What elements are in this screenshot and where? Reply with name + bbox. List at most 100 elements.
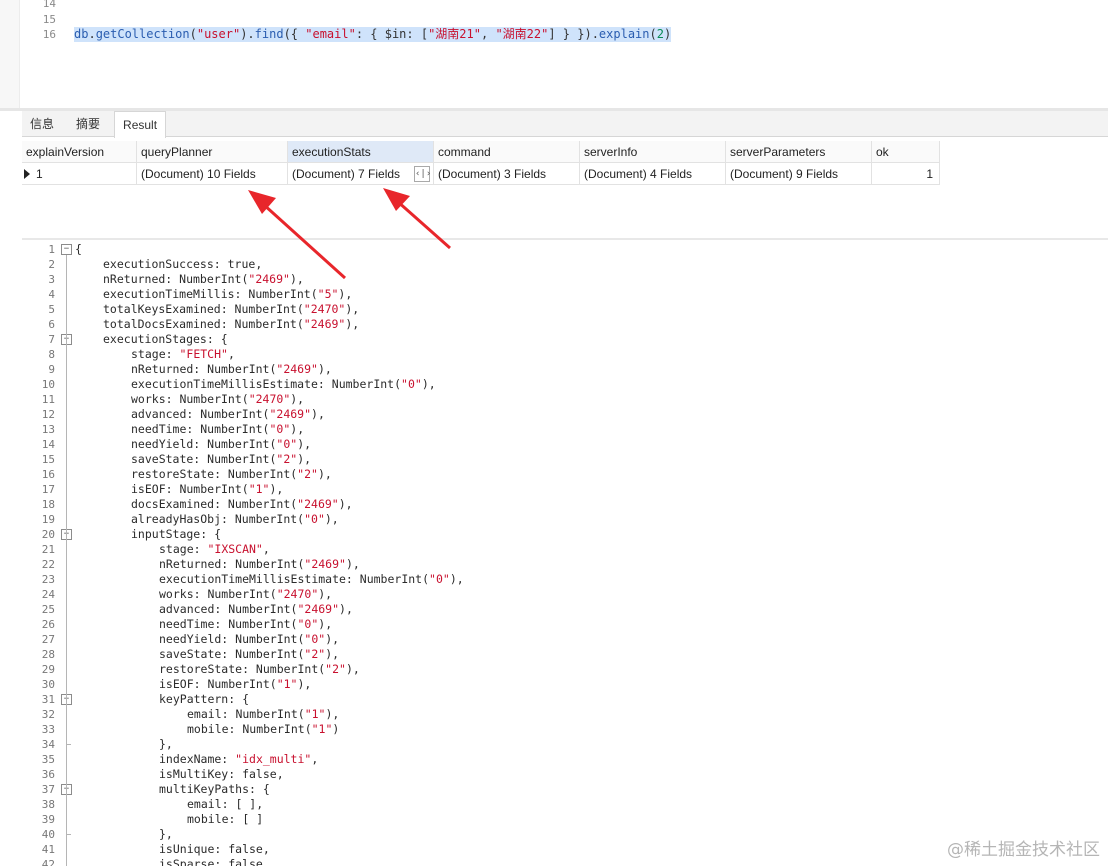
- column-header-executionStats[interactable]: executionStats: [288, 141, 434, 163]
- code-line: 2 executionSuccess: true,: [22, 257, 1108, 272]
- line-number: 21: [41, 543, 55, 556]
- code-token: totalKeysExamined: NumberInt(: [103, 302, 304, 316]
- line-number: 27: [41, 633, 55, 646]
- code-line: 7−executionStages: {: [22, 332, 1108, 347]
- column-header-serverParameters[interactable]: serverParameters: [726, 141, 872, 163]
- code-text: needTime: NumberInt("0"),: [131, 422, 304, 437]
- code-line: 12 advanced: NumberInt("2469"),: [22, 407, 1108, 422]
- code-line: 38 email: [ ],: [22, 797, 1108, 812]
- line-number: 39: [41, 813, 55, 826]
- line-number: 15: [42, 13, 56, 26]
- line-number: 41: [41, 843, 55, 856]
- column-header-ok[interactable]: ok: [872, 141, 940, 163]
- string-literal: "1": [276, 677, 298, 691]
- watermark: @稀土掘金技术社区: [947, 840, 1100, 860]
- code-text: stage: "FETCH",: [131, 347, 235, 362]
- code-token: ).: [240, 27, 255, 41]
- code-line: 34},: [22, 737, 1108, 752]
- grid-cell-ok[interactable]: 1: [872, 163, 940, 185]
- code-text: works: NumberInt("2470"),: [131, 392, 304, 407]
- code-line: 9 nReturned: NumberInt("2469"),: [22, 362, 1108, 377]
- string-literal: "2469": [304, 557, 346, 571]
- line-number: 32: [41, 708, 55, 721]
- string-literal: "0": [304, 512, 325, 526]
- line-number: 30: [41, 678, 55, 691]
- column-header-queryPlanner[interactable]: queryPlanner: [137, 141, 288, 163]
- string-literal: "1": [248, 482, 270, 496]
- expand-cell-button[interactable]: ‹|›: [414, 166, 431, 182]
- grid-cell-explainVersion[interactable]: 1: [22, 163, 137, 185]
- string-literal: "2469": [303, 317, 346, 331]
- code-text: works: NumberInt("2470"),: [159, 587, 332, 602]
- code-text: },: [159, 737, 173, 752]
- line-number: 17: [41, 483, 55, 496]
- code-token: nReturned: NumberInt(: [103, 272, 249, 286]
- code-text: keyPattern: {: [159, 692, 249, 707]
- line-number: 23: [41, 573, 55, 586]
- current-row-indicator-icon: [24, 169, 30, 179]
- code-line: 17 isEOF: NumberInt("1"),: [22, 482, 1108, 497]
- query-editor[interactable]: 14 15 16 db.getCollection("user").find({ "e…: [0, 0, 1108, 108]
- tab-info[interactable]: 信息: [22, 111, 62, 137]
- code-token: "湖南22": [495, 27, 549, 41]
- grid-cell-serverParameters[interactable]: (Document) 9 Fields: [726, 163, 872, 185]
- code-text: mobile: NumberInt("1"): [187, 722, 339, 737]
- column-header-explainVersion[interactable]: explainVersion: [22, 141, 137, 163]
- string-literal: "2469": [297, 602, 340, 616]
- query-text[interactable]: db.getCollection("user").find({ "email":…: [74, 27, 672, 42]
- code-line: 14 needYield: NumberInt("0"),: [22, 437, 1108, 452]
- line-number: 24: [41, 588, 55, 601]
- fold-toggle-icon[interactable]: −: [61, 244, 72, 255]
- code-token: ),: [345, 662, 360, 676]
- line-number: 7: [48, 333, 55, 346]
- code-line: 11 works: NumberInt("2470"),: [22, 392, 1108, 407]
- code-text: saveState: NumberInt("2"),: [131, 452, 311, 467]
- grid-cell-queryPlanner[interactable]: (Document) 10 Fields: [137, 163, 288, 185]
- grid-cell-executionStats[interactable]: (Document) 7 Fields: [288, 163, 434, 185]
- code-token: mobile: NumberInt(: [187, 722, 312, 736]
- code-text: advanced: NumberInt("2469"),: [131, 407, 325, 422]
- json-viewer[interactable]: 1−{2 executionSuccess: true, 3 nReturned: N…: [22, 241, 1108, 866]
- code-line: 21 stage: "IXSCAN",: [22, 542, 1108, 557]
- code-text: indexName: "idx_multi",: [159, 752, 318, 767]
- column-header-command[interactable]: command: [434, 141, 580, 163]
- code-token: (: [189, 27, 197, 41]
- line-number: 10: [41, 378, 55, 391]
- code-token: totalDocsExamined: NumberInt(: [103, 317, 304, 331]
- code-token: ),: [311, 407, 325, 421]
- string-literal: "2469": [276, 362, 318, 376]
- column-header-serverInfo[interactable]: serverInfo: [580, 141, 726, 163]
- code-text: stage: "IXSCAN",: [159, 542, 270, 557]
- code-token: needYield: NumberInt(: [131, 437, 277, 451]
- code-token: email: NumberInt(: [187, 707, 305, 721]
- code-text: needYield: NumberInt("0"),: [159, 632, 339, 647]
- string-literal: "idx_multi": [235, 752, 312, 766]
- code-line: 33 mobile: NumberInt("1"): [22, 722, 1108, 737]
- code-line: 31−keyPattern: {: [22, 692, 1108, 707]
- code-line: 42 isSparse: false,: [22, 857, 1108, 866]
- code-token: ),: [338, 497, 353, 511]
- code-line: 16 restoreState: NumberInt("2"),: [22, 467, 1108, 482]
- code-text: executionTimeMillisEstimate: NumberInt("…: [131, 377, 436, 392]
- line-number: 16: [41, 468, 55, 481]
- code-token: getCollection: [95, 27, 190, 41]
- code-token: ),: [318, 617, 333, 631]
- code-token: isUnique: false,: [159, 842, 270, 856]
- code-line: 13 needTime: NumberInt("0"),: [22, 422, 1108, 437]
- code-token: ),: [290, 422, 305, 436]
- tab-result[interactable]: Result: [114, 111, 167, 138]
- line-number: 33: [41, 723, 55, 736]
- line-number: 35: [41, 753, 55, 766]
- grid-cell-serverInfo[interactable]: (Document) 4 Fields: [580, 163, 726, 185]
- code-token: find: [254, 27, 284, 41]
- grid-cell-command[interactable]: (Document) 3 Fields: [434, 163, 580, 185]
- line-number: 4: [48, 288, 55, 301]
- code-token: mobile: [ ]: [187, 812, 264, 826]
- code-token: executionTimeMillis: NumberInt(: [103, 287, 318, 301]
- code-token: ({: [283, 27, 306, 41]
- code-text: mobile: [ ]: [187, 812, 263, 827]
- tab-summary[interactable]: 摘要: [68, 111, 108, 137]
- code-token: ): [663, 27, 672, 41]
- line-number: 19: [41, 513, 55, 526]
- line-number: 42: [41, 858, 55, 866]
